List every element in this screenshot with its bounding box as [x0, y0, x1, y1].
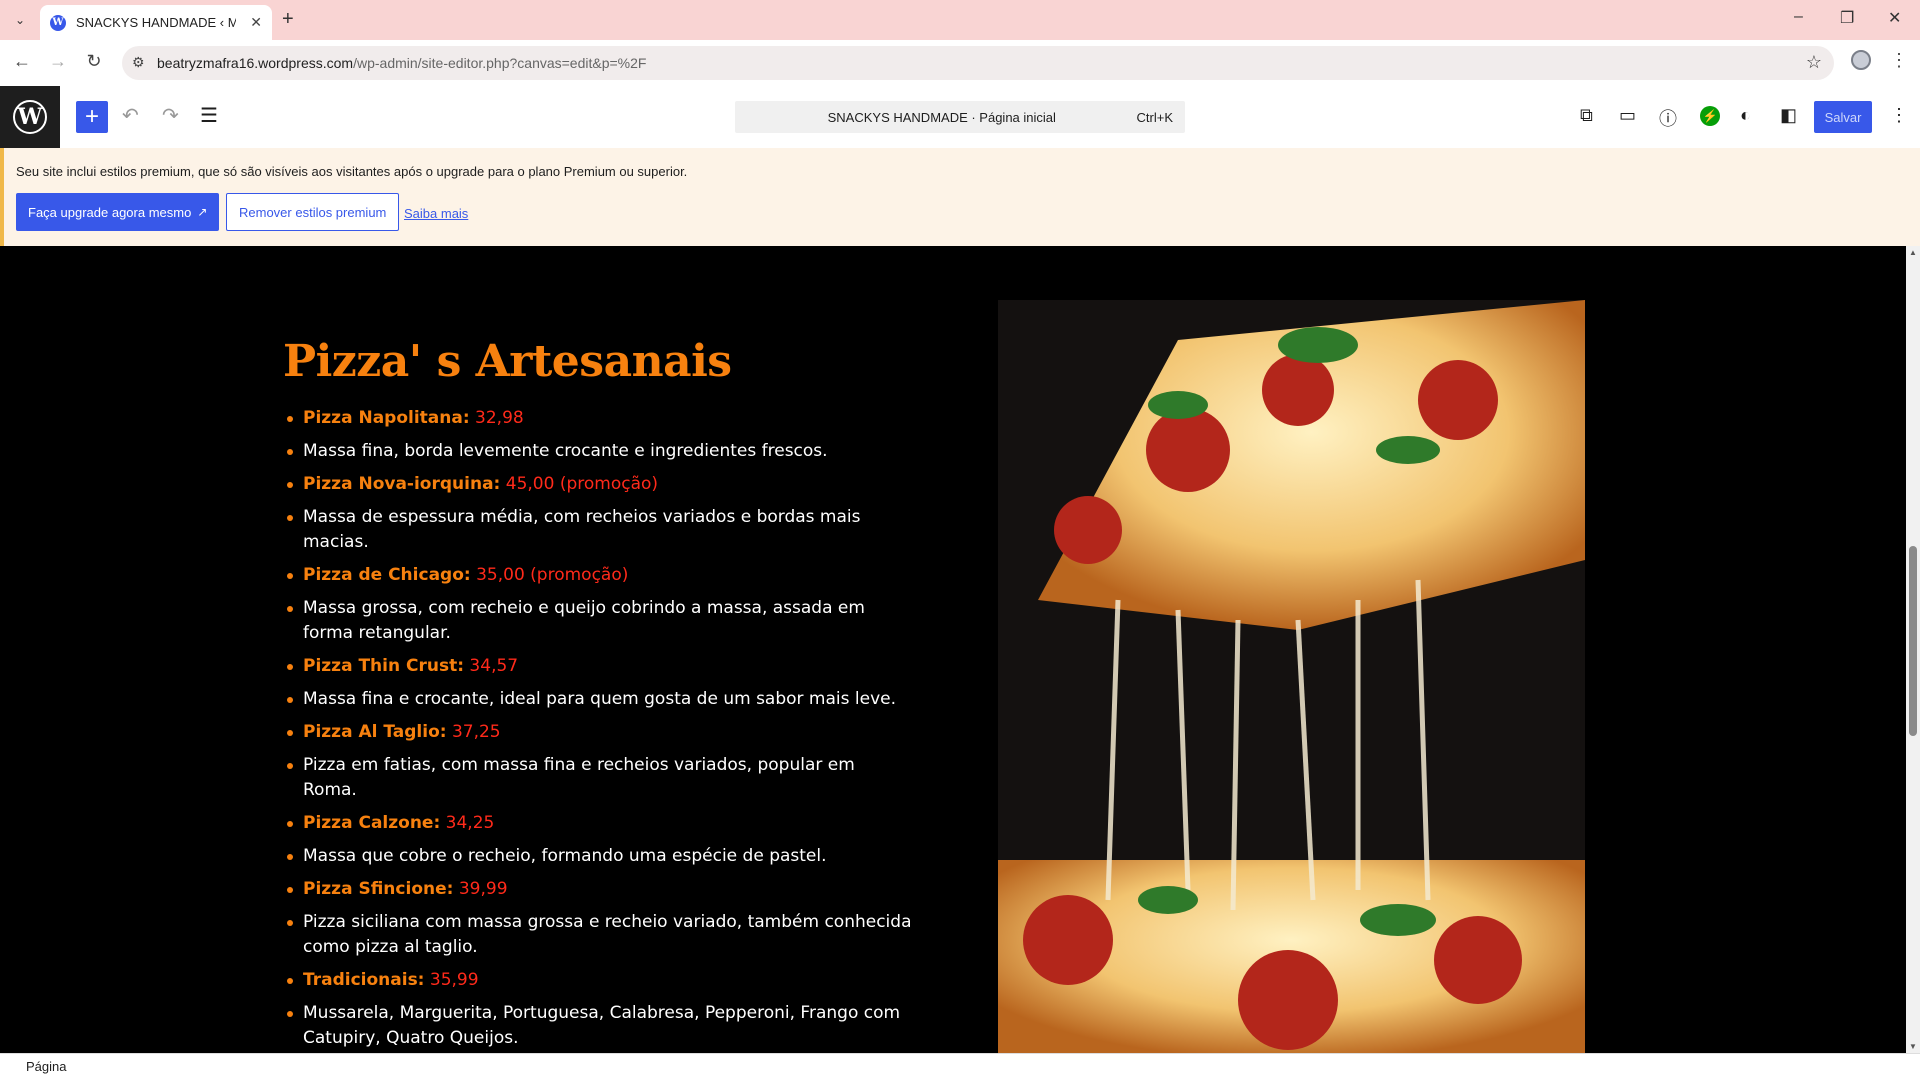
product-name: Tradicionais:	[303, 970, 425, 990]
url-path: /wp-admin/site-editor.php?canvas=edit&p=…	[353, 55, 647, 71]
tab-close-button[interactable]: ✕	[250, 14, 262, 31]
product-name: Pizza Sfincione:	[303, 879, 454, 899]
scroll-up-icon[interactable]: ▲	[1909, 248, 1917, 257]
product-name: Pizza Napolitana:	[303, 408, 470, 428]
site-settings-icon[interactable]: ⚙	[132, 54, 145, 71]
product-price: 32,98	[469, 408, 524, 428]
product-name: Pizza Nova-iorquina:	[303, 474, 501, 494]
command-palette-bar[interactable]: SNACKYS HANDMADE · Página inicial Ctrl+K	[735, 101, 1185, 133]
pizza-illustration	[998, 300, 1585, 1053]
editor-header: W + ↶ ↷ ☰ SNACKYS HANDMADE · Página inic…	[0, 86, 1920, 149]
upgrade-label: Faça upgrade agora mesmo	[28, 204, 192, 220]
product-name: Pizza Calzone:	[303, 813, 441, 833]
new-tab-button[interactable]: +	[282, 8, 294, 31]
editor-canvas[interactable]: Pizza' s Artesanais Pizza Napolitana: 32…	[0, 246, 1906, 1053]
upgrade-button[interactable]: Faça upgrade agora mesmo ↗	[16, 193, 220, 231]
remove-premium-styles-button[interactable]: Remover estilos premium	[226, 193, 400, 231]
product-price: 35,00 (promoção)	[470, 565, 629, 585]
menu-item-description[interactable]: Pizza siciliana com massa grossa e reche…	[287, 910, 913, 960]
scroll-down-icon[interactable]: ▼	[1909, 1042, 1917, 1051]
pizza-menu-list[interactable]: Pizza Napolitana: 32,98 Massa fina, borda…	[287, 406, 913, 1053]
block-breadcrumb-bar: Página	[0, 1053, 1920, 1080]
add-block-icon[interactable]: +	[76, 101, 108, 133]
restore-button[interactable]: ❐	[1840, 8, 1854, 28]
url-text: beatryzmafra16.wordpress.com/wp-admin/si…	[157, 55, 646, 71]
forward-icon[interactable]: →	[46, 51, 70, 72]
browser-tab-bar: ⌄ W SNACKYS HANDMADE ‹ Modelo ✕ + – ❐ ✕	[0, 0, 1920, 40]
menu-item-description[interactable]: Massa de espessura média, com recheios v…	[287, 505, 913, 555]
product-price: 45,00 (promoção)	[500, 474, 659, 494]
shortcut-hint: Ctrl+K	[1136, 109, 1173, 125]
tab-list-icon[interactable]: ⌄	[8, 8, 32, 32]
page-heading[interactable]: Pizza' s Artesanais	[283, 336, 732, 387]
product-name: Pizza Al Taglio:	[303, 722, 447, 742]
device-preview-icon[interactable]: ▭	[1619, 105, 1636, 126]
browser-tab[interactable]: W SNACKYS HANDMADE ‹ Modelo ✕	[40, 5, 272, 40]
redo-icon[interactable]: ↷	[162, 103, 179, 128]
view-external-icon[interactable]: ⧉	[1580, 105, 1593, 126]
notice-message: Seu site inclui estilos premium, que só …	[16, 164, 688, 179]
menu-item-description[interactable]: Pizza em fatias, com massa fina e rechei…	[287, 753, 913, 803]
menu-item-description[interactable]: Massa grossa, com recheio e queijo cobri…	[287, 596, 913, 646]
external-link-icon: ↗	[197, 205, 208, 219]
browser-toolbar: ← → ↻ ⚙ beatryzmafra16.wordpress.com/wp-…	[0, 40, 1920, 86]
document-overview-icon[interactable]: ☰	[200, 103, 218, 128]
document-title: SNACKYS HANDMADE · Página inicial	[827, 109, 1056, 125]
learn-more-link[interactable]: Saiba mais	[404, 206, 468, 221]
close-window-button[interactable]: ✕	[1888, 8, 1901, 28]
address-bar[interactable]: ⚙ beatryzmafra16.wordpress.com/wp-admin/…	[122, 46, 1834, 80]
menu-item-product[interactable]: Pizza de Chicago: 35,00 (promoção)	[287, 563, 913, 588]
premium-styles-notice: Seu site inclui estilos premium, que só …	[0, 148, 1920, 246]
menu-item-product[interactable]: Pizza Sfincione: 39,99	[287, 877, 913, 902]
save-button[interactable]: Salvar	[1814, 101, 1872, 133]
pizza-image[interactable]	[998, 300, 1585, 1053]
breadcrumb-page[interactable]: Página	[26, 1059, 66, 1074]
product-price: 34,57	[464, 656, 519, 676]
undo-icon[interactable]: ↶	[122, 103, 139, 128]
menu-item-product[interactable]: Pizza Calzone: 34,25	[287, 811, 913, 836]
tab-title: SNACKYS HANDMADE ‹ Modelo	[76, 15, 236, 30]
menu-item-product[interactable]: Pizza Thin Crust: 34,57	[287, 654, 913, 679]
settings-sidebar-icon[interactable]: ◧	[1780, 105, 1797, 126]
product-name: Pizza de Chicago:	[303, 565, 471, 585]
options-icon[interactable]: ⋮	[1890, 105, 1908, 126]
menu-item-product[interactable]: Pizza Al Taglio: 37,25	[287, 720, 913, 745]
product-price: 37,25	[446, 722, 501, 742]
product-name: Pizza Thin Crust:	[303, 656, 465, 676]
back-icon[interactable]: ←	[10, 51, 34, 72]
menu-item-description[interactable]: Massa fina, borda levemente crocante e i…	[287, 439, 913, 464]
styles-icon[interactable]: ◐	[1740, 105, 1751, 126]
product-price: 35,99	[424, 970, 479, 990]
menu-item-description[interactable]: Mussarela, Marguerita, Portuguesa, Calab…	[287, 1001, 913, 1051]
menu-item-product[interactable]: Tradicionais: 35,99	[287, 968, 913, 993]
minimize-button[interactable]: –	[1794, 8, 1803, 26]
jetpack-icon[interactable]: ⚡	[1700, 106, 1720, 126]
reload-icon[interactable]: ↻	[82, 51, 106, 72]
menu-item-product[interactable]: Pizza Napolitana: 32,98	[287, 406, 913, 431]
scrollbar-thumb[interactable]	[1909, 546, 1917, 736]
bookmark-star-icon[interactable]: ☆	[1806, 52, 1822, 73]
url-domain: beatryzmafra16.wordpress.com	[157, 55, 354, 71]
canvas-scrollbar[interactable]: ▲ ▼	[1906, 246, 1920, 1053]
chrome-menu-icon[interactable]: ⋮	[1890, 50, 1908, 71]
menu-item-description[interactable]: Massa fina e crocante, ideal para quem g…	[287, 687, 913, 712]
product-price: 34,25	[440, 813, 495, 833]
wordpress-logo-icon[interactable]: W	[0, 86, 60, 148]
menu-item-description[interactable]: Massa que cobre o recheio, formando uma …	[287, 844, 913, 869]
extension-icon[interactable]	[1851, 50, 1871, 70]
help-icon[interactable]: ⓘ	[1659, 105, 1677, 131]
product-price: 39,99	[453, 879, 508, 899]
wordpress-favicon-icon: W	[50, 14, 66, 31]
menu-item-product[interactable]: Pizza Nova-iorquina: 45,00 (promoção)	[287, 472, 913, 497]
